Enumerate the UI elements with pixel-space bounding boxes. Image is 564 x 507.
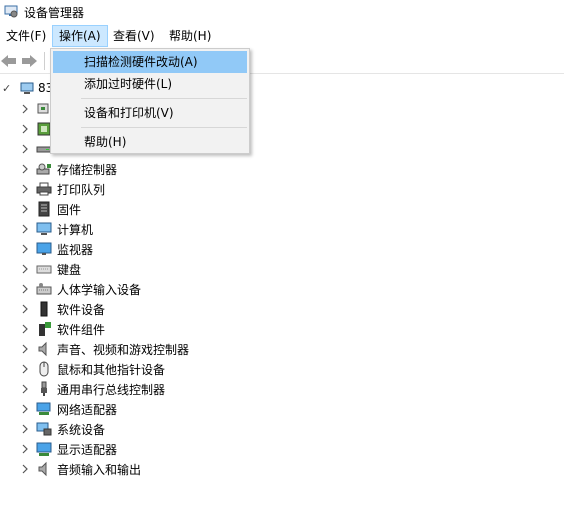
tree-category-label: 存储控制器 <box>57 163 118 177</box>
tree-category-label: 鼠标和其他指针设备 <box>57 363 166 377</box>
menu-item-devices-and-printers[interactable]: 设备和打印机(V) <box>53 102 247 124</box>
back-arrow-icon[interactable] <box>0 52 18 70</box>
menu-item-scan-hardware-changes[interactable]: 扫描检测硬件改动(A) <box>53 51 247 73</box>
usb-icon <box>41 381 47 396</box>
tree-category-system-device[interactable]: 系统设备 <box>0 419 300 439</box>
tree-category-label: 软件组件 <box>57 323 106 337</box>
software-device-icon <box>40 301 48 317</box>
menu-item-label: 添加过时硬件(L) <box>84 77 173 91</box>
menu-view[interactable]: 查看(V) <box>107 25 161 47</box>
chevron-right-icon[interactable] <box>20 203 30 215</box>
window-title: 设备管理器 <box>24 6 85 20</box>
tree-category-audio-io[interactable]: 音频输入和输出 <box>0 459 300 479</box>
tree-category-label: 固件 <box>57 203 82 217</box>
tree-category-sound-video[interactable]: 声音、视频和游戏控制器 <box>0 339 300 359</box>
forward-arrow-icon[interactable] <box>20 52 38 70</box>
chevron-right-icon[interactable] <box>20 163 30 175</box>
chevron-right-icon[interactable] <box>20 143 30 155</box>
tree-category-label: 声音、视频和游戏控制器 <box>57 343 190 357</box>
chevron-right-icon[interactable] <box>20 323 30 335</box>
chevron-right-icon[interactable] <box>20 243 30 255</box>
tree-category-software-device[interactable]: 软件设备 <box>0 299 300 319</box>
firmware-icon <box>38 201 50 217</box>
tree-category-network-adapter[interactable]: 网络适配器 <box>0 399 300 419</box>
chevron-right-icon[interactable] <box>20 103 30 115</box>
chevron-right-icon[interactable] <box>20 383 30 395</box>
action-menu-dropdown: 扫描检测硬件改动(A) 添加过时硬件(L) 设备和打印机(V) 帮助(H) <box>50 48 250 154</box>
menu-separator <box>81 98 247 99</box>
chevron-right-icon[interactable] <box>20 403 30 415</box>
chevron-right-icon[interactable] <box>20 123 30 135</box>
tree-category-firmware[interactable]: 固件 <box>0 199 300 219</box>
software-component-icon <box>39 322 51 336</box>
tree-category-storage-controller[interactable]: 存储控制器 <box>0 159 300 179</box>
menu-action[interactable]: 操作(A) <box>52 25 108 47</box>
tree-category-label: 音频输入和输出 <box>57 463 142 477</box>
tree-category-display-adapter[interactable]: 显示适配器 <box>0 439 300 459</box>
chevron-right-icon[interactable] <box>20 303 30 315</box>
tree-category-label: 监视器 <box>57 243 94 257</box>
audio-io-icon <box>38 461 47 477</box>
tree-category-label: 计算机 <box>57 223 94 237</box>
tree-category-usb[interactable]: 通用串行总线控制器 <box>0 379 300 399</box>
tree-category-label: 键盘 <box>57 263 82 277</box>
chevron-right-icon[interactable] <box>20 343 30 355</box>
chevron-right-icon[interactable] <box>20 463 30 475</box>
menu-item-label: 扫描检测硬件改动(A) <box>84 55 198 69</box>
tree-category-label: 打印队列 <box>57 183 106 197</box>
menu-bar: 文件(F) 操作(A) 查看(V) 帮助(H) <box>0 25 564 47</box>
menu-item-label: 设备和打印机(V) <box>84 106 174 120</box>
printer-icon <box>36 182 52 196</box>
mouse-icon <box>39 361 49 377</box>
tree-category-hid[interactable]: 人体学输入设备 <box>0 279 300 299</box>
tree-category-mouse[interactable]: 鼠标和其他指针设备 <box>0 359 300 379</box>
tree-category-monitor[interactable]: 监视器 <box>0 239 300 259</box>
menu-separator <box>81 127 247 128</box>
chevron-right-icon[interactable] <box>20 283 30 295</box>
toolbar-separator <box>44 52 45 70</box>
keyboard-icon <box>36 265 52 274</box>
storage-controller-icon <box>36 163 51 175</box>
chevron-right-icon[interactable] <box>20 223 30 235</box>
chevron-right-icon[interactable] <box>20 423 30 435</box>
tree-category-computer[interactable]: 计算机 <box>0 219 300 239</box>
hid-icon <box>36 283 52 295</box>
menu-help[interactable]: 帮助(H) <box>163 25 217 47</box>
network-adapter-icon <box>36 402 51 415</box>
tree-category-printer[interactable]: 打印队列 <box>0 179 300 199</box>
tree-category-label: 网络适配器 <box>57 403 118 417</box>
computer-root-icon <box>20 82 34 94</box>
chevron-right-icon[interactable] <box>20 443 30 455</box>
display-adapter-icon <box>36 442 52 456</box>
tree-category-label: 软件设备 <box>57 303 106 317</box>
tree-category-label: 通用串行总线控制器 <box>57 383 166 397</box>
chevron-right-icon[interactable] <box>20 263 30 275</box>
chevron-right-icon[interactable] <box>20 363 30 375</box>
title-bar: 设备管理器 <box>0 0 564 24</box>
tree-category-label: 显示适配器 <box>57 443 118 457</box>
menu-file[interactable]: 文件(F) <box>0 25 52 47</box>
tree-category-software-component[interactable]: 软件组件 <box>0 319 300 339</box>
monitor-icon <box>36 242 52 255</box>
computer-icon <box>36 222 52 235</box>
menu-item-help[interactable]: 帮助(H) <box>53 131 247 153</box>
chevron-right-icon[interactable] <box>20 183 30 195</box>
speaker-icon <box>38 341 47 357</box>
menu-item-label: 帮助(H) <box>84 135 127 149</box>
tree-category-label: 系统设备 <box>57 423 106 437</box>
tree-category-keyboard[interactable]: 键盘 <box>0 259 300 279</box>
system-device-icon <box>36 422 52 436</box>
collapse-caret-icon[interactable]: ✓ <box>2 82 11 95</box>
device-manager-icon <box>4 5 18 18</box>
menu-item-add-legacy-hardware[interactable]: 添加过时硬件(L) <box>53 73 247 95</box>
tree-category-label: 人体学输入设备 <box>57 283 142 297</box>
